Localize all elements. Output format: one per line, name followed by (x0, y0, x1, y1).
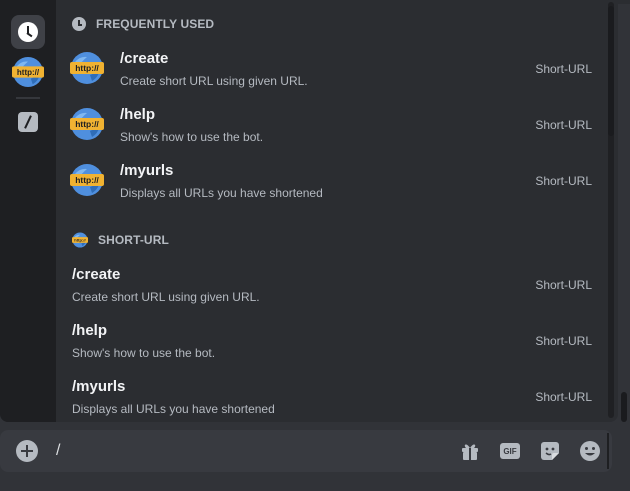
command-row-myurls[interactable]: /myurls Displays all URLs you have short… (56, 369, 612, 422)
clock-icon (18, 22, 38, 42)
command-picker: FREQUENTLY USED /create Create short URL… (0, 0, 618, 422)
short-url-app-icon (72, 232, 88, 248)
command-description: Displays all URLs you have shortened (72, 402, 275, 416)
command-row-create[interactable]: /create Create short URL using given URL… (56, 257, 612, 313)
rail-short-url-button[interactable] (11, 55, 45, 89)
composer-edge (607, 433, 609, 469)
clock-icon (72, 17, 86, 31)
category-rail (0, 0, 56, 422)
rail-frequently-used-button[interactable] (11, 15, 45, 49)
section-title: FREQUENTLY USED (96, 17, 215, 31)
rail-slash-commands-button[interactable] (11, 105, 45, 139)
command-source: Short-URL (535, 390, 592, 404)
command-name: /myurls (72, 378, 126, 395)
command-description: Show's how to use the bot. (72, 346, 216, 360)
command-name: /myurls (120, 162, 174, 179)
command-list: FREQUENTLY USED /create Create short URL… (56, 0, 618, 422)
upload-plus-button[interactable] (16, 440, 38, 462)
command-source: Short-URL (535, 118, 592, 132)
command-list-scrollbar-thumb[interactable] (608, 6, 614, 136)
command-name: /create (120, 50, 169, 67)
chat-scrollbar-thumb[interactable] (621, 392, 627, 422)
command-name: /create (72, 266, 121, 283)
emoji-button[interactable] (579, 440, 601, 462)
section-header-frequently-used: FREQUENTLY USED (72, 14, 214, 34)
sticker-icon (541, 442, 559, 460)
command-row-myurls[interactable]: /myurls Displays all URLs you have short… (56, 153, 612, 209)
section-header-short-url: SHORT-URL (72, 230, 169, 250)
gif-button[interactable]: GIF (499, 440, 521, 462)
command-source: Short-URL (535, 62, 592, 76)
message-input[interactable] (56, 438, 436, 464)
gif-icon: GIF (500, 443, 520, 459)
command-source: Short-URL (535, 278, 592, 292)
command-row-help[interactable]: /help Show's how to use the bot. Short-U… (56, 313, 612, 369)
command-name: /help (120, 106, 156, 123)
command-row-create[interactable]: /create Create short URL using given URL… (56, 41, 612, 97)
short-url-app-icon (12, 56, 44, 88)
short-url-app-icon (70, 51, 104, 85)
command-row-help[interactable]: /help Show's how to use the bot. Short-U… (56, 97, 612, 153)
message-composer: GIF (0, 430, 612, 472)
slash-command-icon (18, 112, 38, 132)
gift-icon (462, 444, 478, 460)
rail-divider (16, 97, 40, 99)
command-name: /help (72, 322, 108, 339)
command-source: Short-URL (535, 174, 592, 188)
command-source: Short-URL (535, 334, 592, 348)
gift-button[interactable] (459, 440, 481, 462)
command-description: Create short URL using given URL. (72, 290, 260, 304)
command-description: Displays all URLs you have shortened (120, 186, 323, 200)
section-title: SHORT-URL (98, 233, 169, 247)
short-url-app-icon (70, 163, 104, 197)
sticker-button[interactable] (539, 440, 561, 462)
command-description: Create short URL using given URL. (120, 74, 308, 88)
short-url-app-icon (70, 107, 104, 141)
command-description: Show's how to use the bot. (120, 130, 264, 144)
emoji-icon (580, 441, 600, 461)
